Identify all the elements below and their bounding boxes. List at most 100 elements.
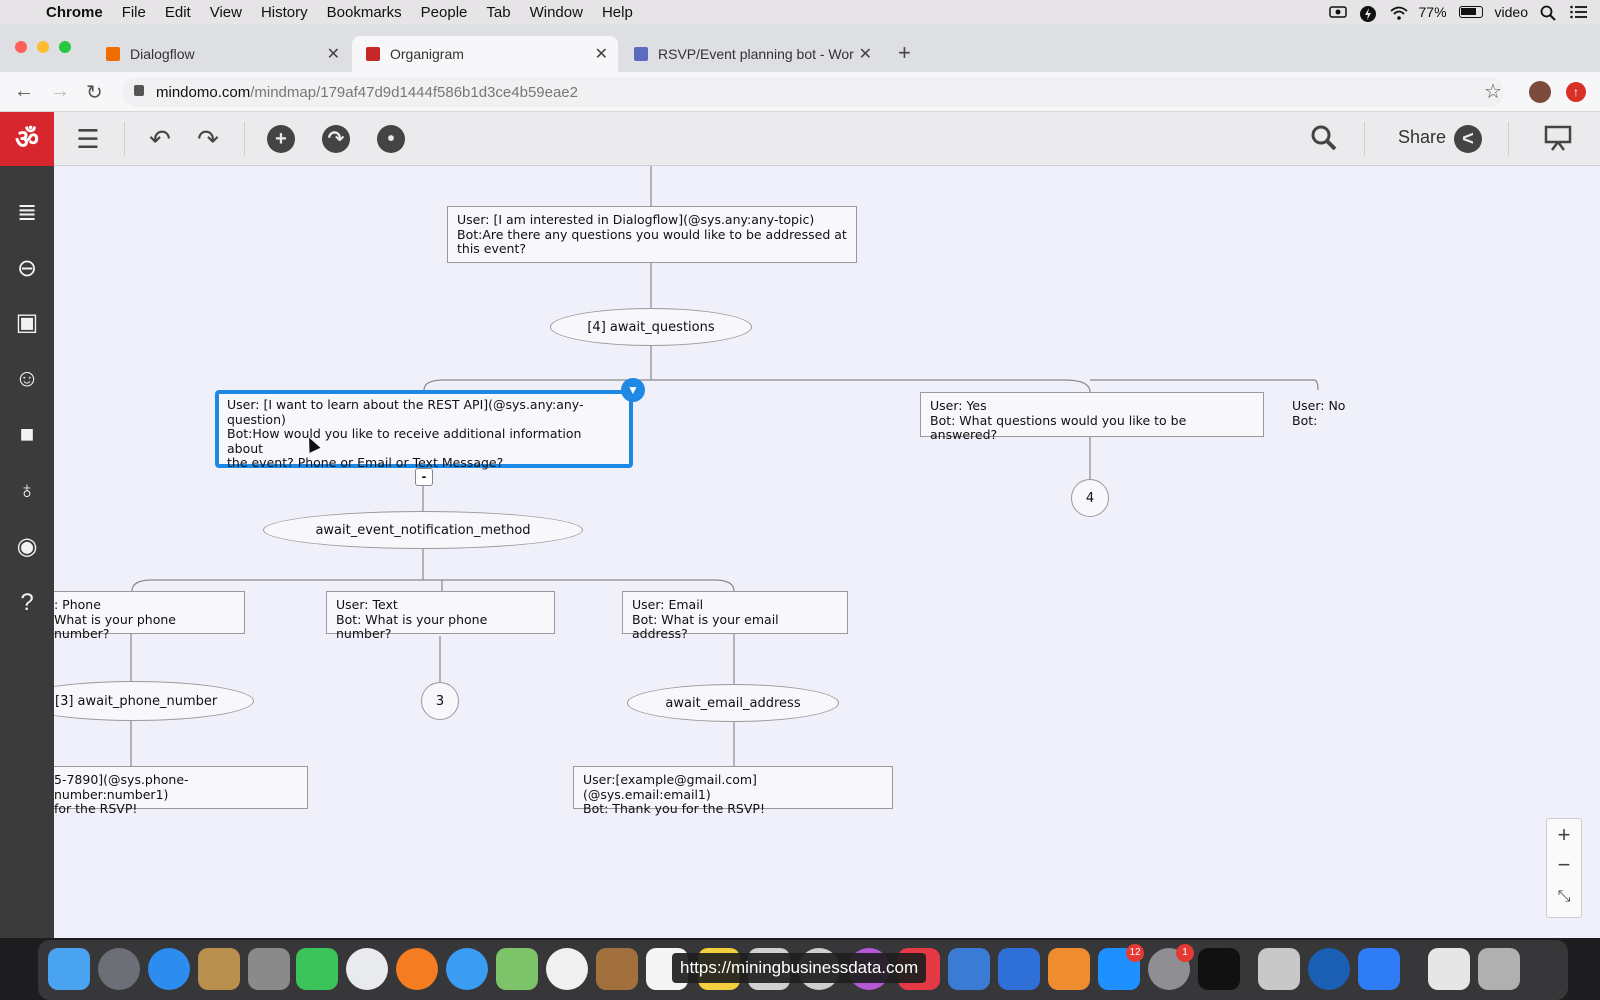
toolbar-divider [124, 122, 125, 156]
chrome-icon[interactable] [346, 948, 388, 990]
apple-tv-icon[interactable] [1198, 948, 1240, 990]
wifi-icon[interactable] [1389, 5, 1408, 20]
mindmap-node-yes[interactable]: User: Yes Bot: What questions would you … [920, 392, 1264, 442]
app-store-badge: 12 [1126, 944, 1144, 962]
window-close-button[interactable] [15, 41, 27, 53]
notification-center-icon[interactable] [1570, 5, 1588, 19]
menu-view[interactable]: View [210, 4, 242, 21]
mindmap-ref-3[interactable]: 3 [421, 682, 459, 720]
close-icon[interactable]: ✕ [327, 44, 340, 64]
add-topic-icon[interactable]: + [267, 125, 295, 153]
mindmap-node-await-notification[interactable]: await_event_notification_method [263, 511, 583, 549]
menu-user-name[interactable]: video [1495, 4, 1528, 20]
mindmap-node-await-email[interactable]: await_email_address [627, 684, 839, 722]
search-icon[interactable] [1310, 125, 1338, 153]
tab-rsvp-bot[interactable]: RSVP/Event planning bot - Work ✕ [620, 36, 882, 72]
mindmap-node-email[interactable]: User: Email Bot: What is your email addr… [622, 591, 848, 641]
mindmap-node-no[interactable]: User: No Bot: [1282, 392, 1402, 437]
mindmap-node-phone[interactable]: : Phone What is your phone number? [54, 591, 245, 641]
relationship-icon[interactable]: ↷ [322, 125, 350, 153]
reload-icon[interactable]: ↻ [86, 80, 103, 105]
lightbulb-icon[interactable]: ◉ [12, 532, 42, 562]
video-icon[interactable]: ■ [12, 420, 42, 450]
collapse-toggle-button[interactable]: - [415, 468, 433, 486]
help-icon[interactable]: ? [12, 588, 42, 618]
mail-stamp-icon[interactable] [198, 948, 240, 990]
update-arrow-icon[interactable]: ↑ [1566, 82, 1586, 102]
back-arrow-icon[interactable]: ← [14, 80, 34, 103]
safari-icon[interactable] [148, 948, 190, 990]
trash-icon[interactable] [1478, 948, 1520, 990]
mindmap-node-text[interactable]: User: Text Bot: What is your phone numbe… [326, 591, 555, 641]
window-minimize-button[interactable] [37, 41, 49, 53]
forward-arrow-icon[interactable]: → [50, 80, 70, 103]
zip-archive-icon[interactable] [1428, 948, 1470, 990]
mindmap-node-rest-api-selected[interactable]: User: [I want to learn about the REST AP… [215, 390, 633, 470]
url-domain: mindomo.com [156, 83, 251, 101]
photos-icon[interactable] [546, 948, 588, 990]
mindomo-logo-icon[interactable]: ॐ [0, 112, 54, 166]
microphone-icon[interactable]: ♁ [12, 476, 42, 506]
menu-help[interactable]: Help [602, 4, 633, 21]
menu-bookmarks[interactable]: Bookmarks [327, 4, 402, 21]
battery-icon[interactable] [1458, 6, 1483, 18]
lock-icon[interactable] [134, 85, 144, 96]
menu-edit[interactable]: Edit [165, 4, 191, 21]
url-path: /mindmap/179af47d9d1444f586b1d3ce4b59eae… [250, 83, 578, 101]
bolt-app-icon[interactable] [1359, 5, 1377, 22]
mindmap-canvas[interactable]: User: [I am interested in Dialogflow](@s… [54, 166, 1600, 938]
theme-palette-icon[interactable]: • [377, 125, 405, 153]
profile-avatar[interactable] [1529, 81, 1551, 103]
link-icon[interactable]: ⊖ [12, 254, 42, 284]
mindmap-ref-4[interactable]: 4 [1071, 479, 1109, 517]
bolt-dock-icon[interactable] [1358, 948, 1400, 990]
mindmap-node-email-confirm[interactable]: User:[example@gmail.com](@sys.email:emai… [573, 766, 893, 816]
menu-window[interactable]: Window [530, 4, 583, 21]
menu-file[interactable]: File [122, 4, 146, 21]
screen-record-icon[interactable] [1328, 5, 1347, 19]
close-icon[interactable]: ✕ [859, 44, 872, 64]
system-preferences-badge: 1 [1176, 944, 1194, 962]
finder-icon[interactable] [48, 948, 90, 990]
firefox-icon[interactable] [396, 948, 438, 990]
tab-organigram[interactable]: Organigram ✕ [352, 36, 618, 72]
redo-icon[interactable]: ↷ [194, 125, 222, 153]
share-icon[interactable]: < [1454, 125, 1482, 153]
menu-app-chrome[interactable]: Chrome [46, 4, 103, 21]
bookmark-star-icon[interactable]: ☆ [1484, 79, 1502, 104]
undo-icon[interactable]: ↶ [146, 125, 174, 153]
numbers-icon[interactable] [948, 948, 990, 990]
pages-icon[interactable] [1048, 948, 1090, 990]
mindmap-node-phone-confirm[interactable]: 5-7890](@sys.phone-number:number1) for t… [54, 766, 308, 816]
close-icon[interactable]: ✕ [595, 44, 608, 64]
quicktime-icon[interactable] [1308, 948, 1350, 990]
outline-icon[interactable]: ≣ [12, 198, 42, 228]
menu-history[interactable]: History [261, 4, 308, 21]
screenshot-app-icon[interactable] [1258, 948, 1300, 990]
mindmap-node-await-questions[interactable]: [4] await_questions [550, 308, 752, 346]
address-bar[interactable]: mindomo.com/mindmap/179af47d9d1444f586b1… [122, 77, 1504, 107]
menu-people[interactable]: People [421, 4, 468, 21]
image-icon[interactable]: ▣ [12, 308, 42, 338]
spotlight-search-icon[interactable] [1540, 5, 1558, 21]
keynote-icon[interactable] [998, 948, 1040, 990]
emoji-icon[interactable]: ☺ [12, 364, 42, 394]
mindmap-node-interest[interactable]: User: [I am interested in Dialogflow](@s… [447, 206, 857, 263]
maps-icon[interactable] [496, 948, 538, 990]
contacts-icon[interactable] [596, 948, 638, 990]
launchpad-icon[interactable] [98, 948, 140, 990]
zoom-out-button[interactable]: − [1547, 849, 1581, 881]
zoom-in-button[interactable]: + [1547, 819, 1581, 851]
presentation-icon[interactable] [1544, 125, 1572, 153]
new-tab-plus-icon[interactable]: + [898, 40, 911, 66]
facetime-icon[interactable] [296, 948, 338, 990]
share-button[interactable]: Share [1398, 127, 1446, 148]
tab-dialogflow[interactable]: Dialogflow ✕ [92, 36, 350, 72]
messages-icon[interactable] [446, 948, 488, 990]
menu-tab[interactable]: Tab [486, 4, 510, 21]
hamburger-menu-icon[interactable]: ☰ [74, 125, 102, 153]
window-zoom-button[interactable] [59, 41, 71, 53]
fit-to-screen-icon[interactable]: ⤡ [1547, 881, 1581, 913]
node-menu-chevron-icon[interactable]: ▼ [621, 378, 645, 402]
photo-booth-icon[interactable] [248, 948, 290, 990]
